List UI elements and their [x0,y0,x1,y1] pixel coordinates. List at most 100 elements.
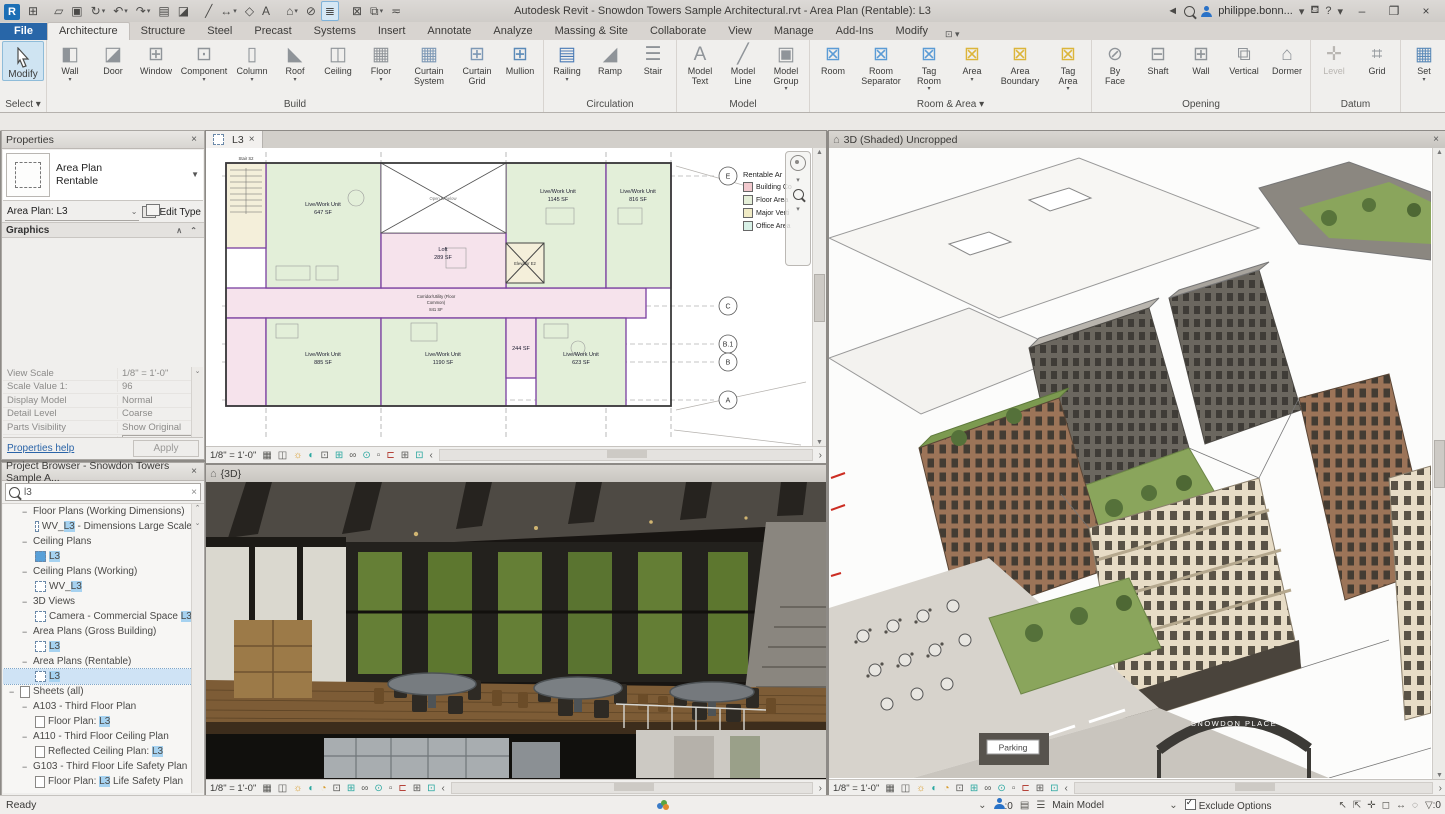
level-button[interactable]: ✛ Level [1313,41,1355,77]
temporary-hide-isolate-icon[interactable]: ∞ [349,450,356,461]
model-group-button[interactable]: ▣ Model Group ▾ [765,41,807,92]
tree-item[interactable]: L3 [3,639,192,654]
railing-button[interactable]: ▤ Railing ▾ [546,41,588,83]
properties-scrollbar[interactable]: ⌄ [191,367,203,437]
dormer-button[interactable]: ⌂ Dormer [1266,41,1308,77]
detail-level-icon[interactable]: ▦ [262,783,271,794]
horizontal-scrollbar[interactable] [450,782,813,794]
save-button[interactable]: ▣ [68,2,85,20]
sun-path-icon[interactable]: ☼ [293,783,302,794]
scrollbar-thumb[interactable] [607,450,648,458]
clear-search-icon[interactable]: × [191,487,197,498]
modify-button[interactable]: Modify [2,41,44,81]
section-button[interactable]: ⊘ [303,2,319,20]
selection-reset-icon[interactable]: ◌ [1412,800,1418,811]
type-selector-dropdown-icon[interactable]: ▼ [191,170,199,179]
panel-label[interactable]: Datum [1313,97,1398,112]
collapse-toggle[interactable]: − [9,687,18,697]
model-text-button[interactable]: A [259,2,273,20]
worksets-dialog-icon[interactable]: ▤ [1020,800,1029,811]
close-view-icon[interactable]: × [249,134,255,145]
scroll-right-icon[interactable]: › [819,450,822,461]
tree-item[interactable]: − Area Plans (Rentable) [3,654,192,669]
workset-list-icon[interactable]: ☰ [1036,800,1045,811]
steering-wheel-icon[interactable] [790,155,806,171]
scrollbar-thumb[interactable] [613,783,654,791]
ribbon-tab-structure[interactable]: Structure [130,23,197,40]
workset-dropdown-icon[interactable]: ⌄ [1169,800,1177,811]
model-line-button[interactable]: ╱ Model Line [722,41,764,86]
tree-item[interactable]: Camera - Commercial Space L3 [3,609,192,624]
ribbon-tab-analyze[interactable]: Analyze [482,23,543,40]
view-scale[interactable]: 1/8" = 1'-0" [210,450,256,461]
properties-title-bar[interactable]: Properties × [2,131,204,149]
help-dropdown-arrow-icon[interactable]: ▾ [1337,5,1343,18]
tree-item[interactable]: − Area Plans (Gross Building) [3,624,192,639]
tree-item[interactable]: L3 [3,549,192,564]
sun-path-icon[interactable]: ☼ [293,450,302,461]
collapse-toggle[interactable]: − [22,762,31,772]
selection-filter-button[interactable]: ▽:0 [1425,800,1441,811]
select-pinned-elements-icon[interactable]: ✛ [1367,800,1375,811]
worksharing-display-icon[interactable]: ⊞ [401,450,409,461]
tree-item[interactable]: −3D Views [3,594,192,609]
component-button[interactable]: ⊡ Component ▾ [178,41,230,83]
project-browser-title-bar[interactable]: Project Browser - Snowdon Towers Sample … [2,460,204,484]
panel-label[interactable]: Work Plane [1403,97,1445,112]
ribbon-tab-add-ins[interactable]: Add-Ins [825,23,885,40]
door-button[interactable]: ◪ Door [92,41,134,77]
property-value[interactable]: Coarse [118,408,192,419]
view-tab-l3[interactable]: L3 × [206,131,263,148]
minimize-button[interactable]: – [1349,4,1375,18]
crop-region-visibility-icon[interactable]: ⊞ [970,783,978,794]
by-face-button[interactable]: ⊘ By Face [1094,41,1136,86]
ribbon-tab-file[interactable]: File [0,23,47,40]
tree-item[interactable]: L3 [3,668,192,685]
sun-path-icon[interactable]: ☼ [916,783,925,794]
worksharing-display-icon[interactable]: ⊞ [1036,783,1044,794]
stair-button[interactable]: ☰ Stair [632,41,674,77]
app-store-cart-icon[interactable]: ⛾ [1310,4,1319,18]
ceiling-button[interactable]: ◫ Ceiling [317,41,359,77]
section-collapse-icons[interactable]: ∧ ⌃ [176,226,200,235]
panel-label[interactable]: Build [49,97,541,112]
roof-button[interactable]: ◣ Roof ▾ [274,41,316,83]
open-button[interactable]: ▱ [51,2,66,20]
aligned-dimension-button[interactable]: ↔ ▾ [217,2,240,20]
apply-button[interactable]: Apply [133,439,199,457]
visual-style-icon[interactable]: ◫ [278,783,287,794]
reveal-hidden-elements-icon[interactable]: ⊙ [997,783,1005,794]
panel-label[interactable]: Model [679,97,807,112]
temporary-view-properties-icon[interactable]: ▫ [377,450,381,461]
browser-search-input[interactable]: l3 × [5,483,201,501]
view-scale[interactable]: 1/8" = 1'-0" [210,783,256,794]
zoom-icon[interactable] [792,189,804,200]
property-value[interactable]: 1/8" = 1'-0" [118,368,192,379]
wall-button[interactable]: ⊞ Wall [1180,41,1222,77]
element-filter-combo[interactable]: Area Plan: L3 ⌄ [5,204,140,221]
reveal-hidden-elements-icon[interactable]: ⊙ [362,450,370,461]
collapse-toggle[interactable]: − [22,537,31,547]
model-text-button[interactable]: A Model Text [679,41,721,86]
zoom-dropdown-icon[interactable]: ▾ [796,205,800,213]
panel-label[interactable]: Opening [1094,97,1308,112]
thin-lines-button[interactable]: ≣ [320,1,339,21]
render-view-header[interactable]: ⌂ {3D} [206,465,826,483]
shadows-icon[interactable]: ◐ [931,783,937,794]
ribbon-tab-systems[interactable]: Systems [303,23,367,40]
application-menu-button[interactable]: R [1,3,23,21]
user-dropdown-arrow-icon[interactable]: ▾ [1299,5,1305,18]
property-value[interactable]: 96 [118,381,192,392]
close-inactive-views-button[interactable]: ⊠ [349,2,365,20]
selection-box-icon[interactable]: ⊡ [415,450,423,461]
select-elements-by-face-icon[interactable]: ◻ [1382,800,1390,811]
set-button[interactable]: ▦ Set ▾ [1403,41,1445,83]
help-icon[interactable]: ? [1325,5,1331,17]
curtain-system-button[interactable]: ▦ Curtain System [403,41,455,86]
shadows-icon[interactable]: ◐ [308,450,314,461]
switch-windows-button[interactable]: ⧉ ▾ [367,2,386,20]
temporary-hide-isolate-icon[interactable]: ∞ [361,783,368,794]
graphics-section-header[interactable]: Graphics ∧ ⌃ [2,222,204,238]
reveal-constraints-icon[interactable]: ⊏ [386,450,394,461]
scrollbar-thumb[interactable] [1235,783,1276,791]
